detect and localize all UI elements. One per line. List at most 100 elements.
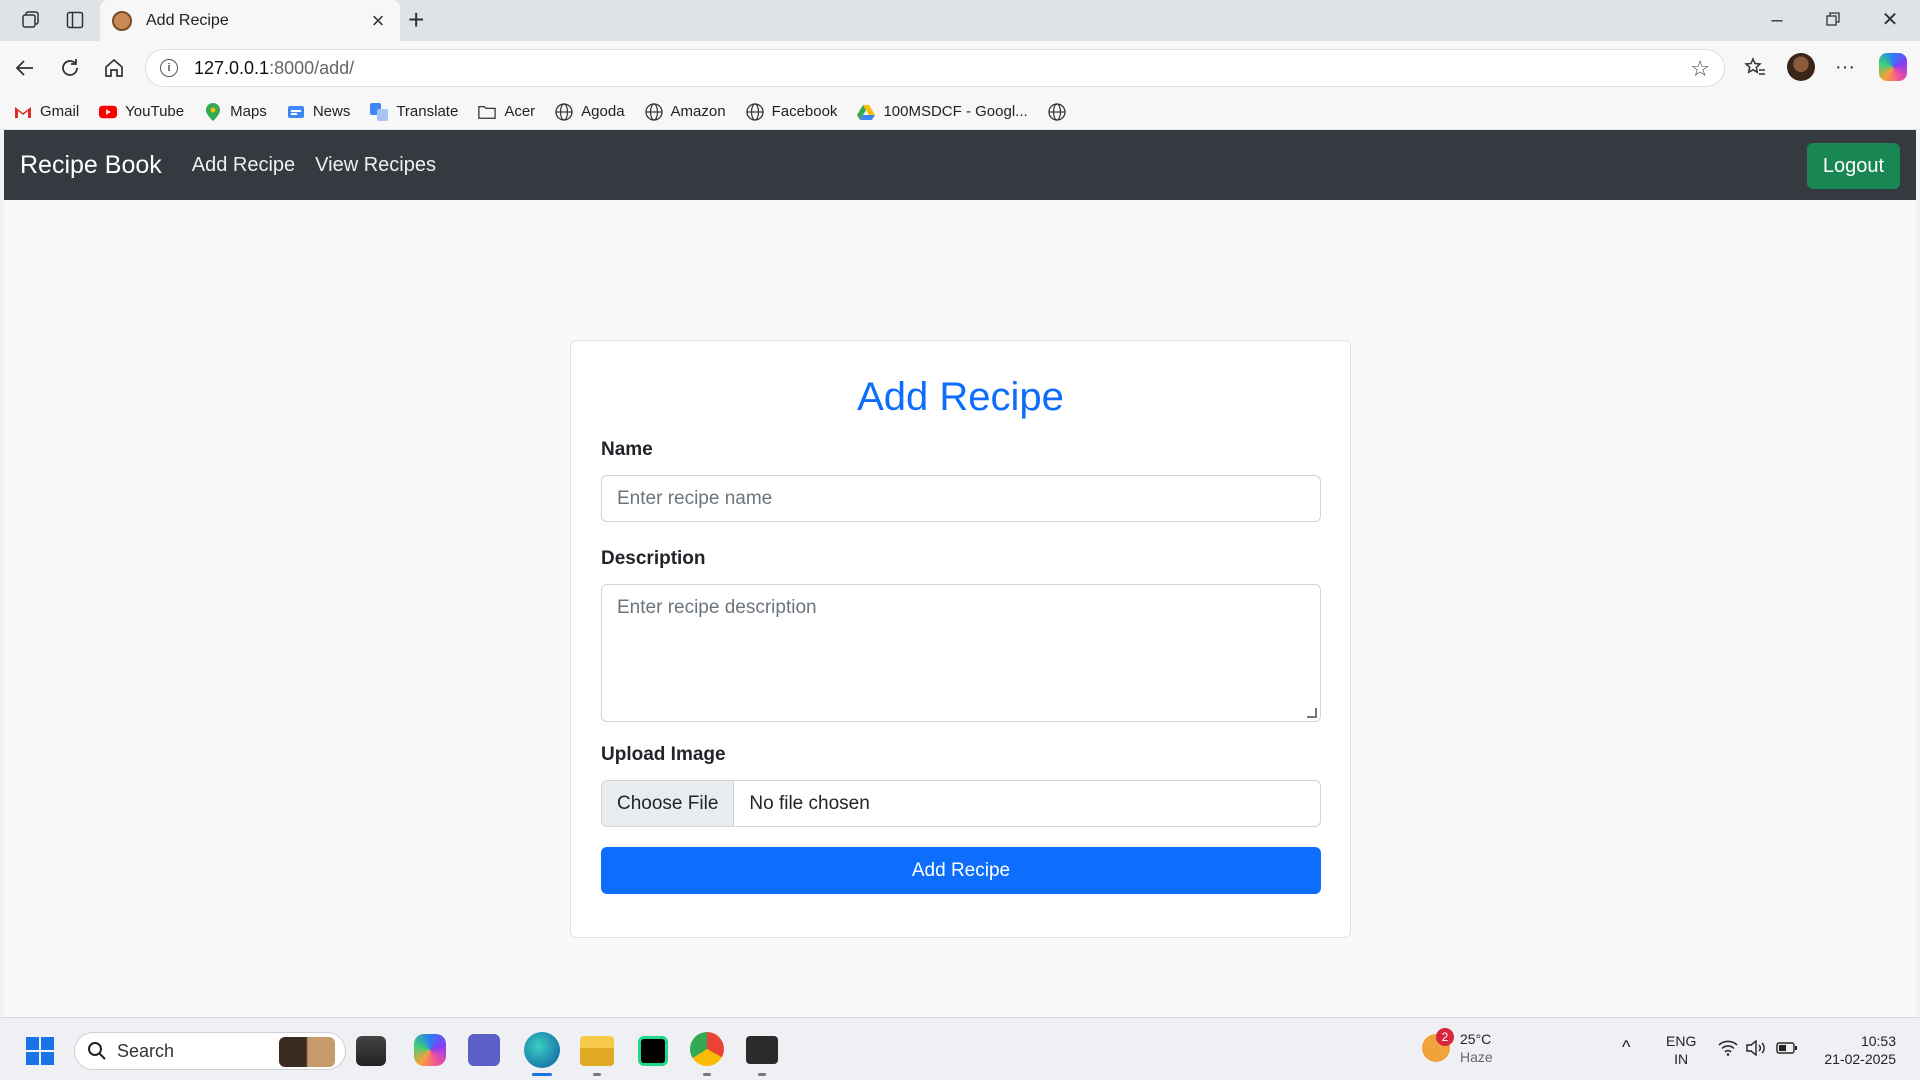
lang-line2: IN [1674,1051,1689,1067]
refresh-icon[interactable] [56,54,84,82]
folder-icon [478,103,497,121]
close-window-icon[interactable]: ✕ [1870,6,1910,34]
nav-view-recipes[interactable]: View Recipes [315,154,436,177]
globe-icon [745,102,764,121]
logout-button[interactable]: Logout [1806,143,1900,189]
address-bar[interactable]: i 127.0.0.1:8000/add/ ☆ [145,49,1725,87]
close-tab-icon[interactable]: × [368,9,388,31]
bookmark-label: Amazon [670,103,726,120]
bookmark-label: Maps [230,103,267,120]
wifi-icon[interactable] [1718,1040,1738,1060]
search-icon [88,1042,106,1060]
drive-icon [857,103,876,121]
pycharm-icon[interactable] [638,1036,668,1066]
copilot-icon[interactable] [1878,52,1908,82]
description-group: Description Enter recipe description [601,548,1321,722]
weather-desc: Haze [1460,1049,1493,1065]
vertical-tabs-icon[interactable] [62,8,88,32]
volume-icon[interactable] [1746,1039,1768,1060]
bookmark-label: Agoda [581,103,625,120]
weather-sun-icon: 2 [1422,1028,1454,1062]
bookmark-drive[interactable]: 100MSDCF - Googl... [857,103,1028,121]
page-viewport: Recipe Book Add Recipe View Recipes Logo… [4,130,1916,1017]
browser-tab-bar: Add Recipe × + – ✕ [0,0,1920,41]
choose-file-button[interactable]: Choose File [602,781,735,826]
clock[interactable]: 10:53 21-02-2025 [1818,1032,1896,1068]
more-options-icon[interactable]: ··· [1830,52,1860,82]
copilot-taskbar-icon[interactable] [414,1034,446,1066]
resize-handle-icon[interactable] [1307,708,1317,718]
bookmark-label: Facebook [771,103,838,120]
globe-icon [555,102,573,121]
workspaces-icon[interactable] [18,8,44,32]
globe-icon [644,102,663,121]
add-recipe-submit-button[interactable]: Add Recipe [601,847,1321,894]
add-recipe-card: Add Recipe Name Enter recipe name Descri… [570,340,1351,938]
terminal-icon[interactable] [746,1036,778,1064]
search-highlight-image [279,1037,335,1067]
language-indicator[interactable]: ENG IN [1666,1032,1696,1068]
bookmark-news[interactable]: News [287,103,351,121]
bookmark-facebook[interactable]: Facebook [745,102,838,121]
bookmark-label: Translate [396,103,459,120]
task-view-icon[interactable] [356,1036,386,1066]
bookmark-label: Gmail [40,103,80,120]
name-group: Name Enter recipe name [601,439,1321,522]
minimize-icon[interactable]: – [1757,6,1797,34]
clock-date: 21-02-2025 [1824,1051,1896,1067]
windows-taskbar: Search 2 25°C Haze ^ ENG IN 10:53 21-02-… [0,1017,1920,1080]
back-icon[interactable] [11,54,39,82]
weather-widget[interactable]: 2 25°C Haze [1422,1028,1493,1066]
maps-icon [204,102,222,121]
bookmark-gmail[interactable]: Gmail [14,103,79,121]
bookmark-translate[interactable]: Translate [370,102,459,121]
running-indicator [593,1073,601,1076]
running-indicator [758,1073,766,1076]
taskbar-search[interactable]: Search [74,1032,346,1070]
bookmarks-bar: Gmail YouTube Maps News Translate Acer A… [0,94,1920,130]
clock-time: 10:53 [1860,1033,1896,1049]
bookmark-agoda[interactable]: Agoda [555,102,625,121]
bookmark-acer[interactable]: Acer [478,103,535,121]
bookmark-label: YouTube [125,103,185,120]
site-info-icon[interactable]: i [160,59,178,77]
teams-icon[interactable] [468,1034,500,1066]
file-explorer-icon[interactable] [580,1036,614,1066]
browser-tab-active[interactable]: Add Recipe × [100,0,400,41]
name-input[interactable]: Enter recipe name [601,475,1321,522]
start-windows-icon[interactable] [26,1037,54,1065]
description-textarea[interactable]: Enter recipe description [601,584,1321,722]
bookmark-amazon[interactable]: Amazon [644,102,726,121]
chrome-icon[interactable] [690,1032,724,1066]
bookmark-label: Acer [504,103,536,120]
translate-icon [370,102,389,121]
nav-add-recipe[interactable]: Add Recipe [192,154,295,177]
new-tab-icon[interactable]: + [408,6,424,34]
battery-icon[interactable] [1776,1040,1798,1060]
running-indicator [703,1073,711,1076]
lang-line1: ENG [1666,1033,1697,1049]
brand-link[interactable]: Recipe Book [20,151,162,180]
temperature: 25°C [1460,1031,1492,1047]
image-group: Upload Image Choose File No file chosen [601,744,1321,827]
image-label: Upload Image [601,744,726,765]
recipe-favicon-icon [112,10,132,31]
active-app-indicator [532,1073,552,1076]
description-placeholder: Enter recipe description [617,597,817,618]
favorites-icon[interactable] [1740,52,1770,82]
bookmark-youtube[interactable]: YouTube [99,103,184,121]
profile-avatar[interactable] [1786,52,1816,82]
show-hidden-icons-chevron-icon[interactable]: ^ [1622,1038,1630,1056]
top-navbar: Recipe Book Add Recipe View Recipes Logo… [4,130,1916,200]
bookmark-label: News [312,103,351,120]
tab-title: Add Recipe [146,11,229,29]
name-label: Name [601,439,653,460]
bookmark-label: 100MSDCF - Googl... [883,103,1028,120]
edge-icon[interactable] [524,1032,560,1068]
bookmark-maps[interactable]: Maps [204,102,267,121]
file-input[interactable]: Choose File No file chosen [601,780,1321,827]
bookmark-globe[interactable] [1048,102,1074,121]
restore-icon[interactable] [1813,6,1853,34]
home-icon[interactable] [100,54,128,82]
favorite-star-icon[interactable]: ☆ [1690,56,1710,82]
